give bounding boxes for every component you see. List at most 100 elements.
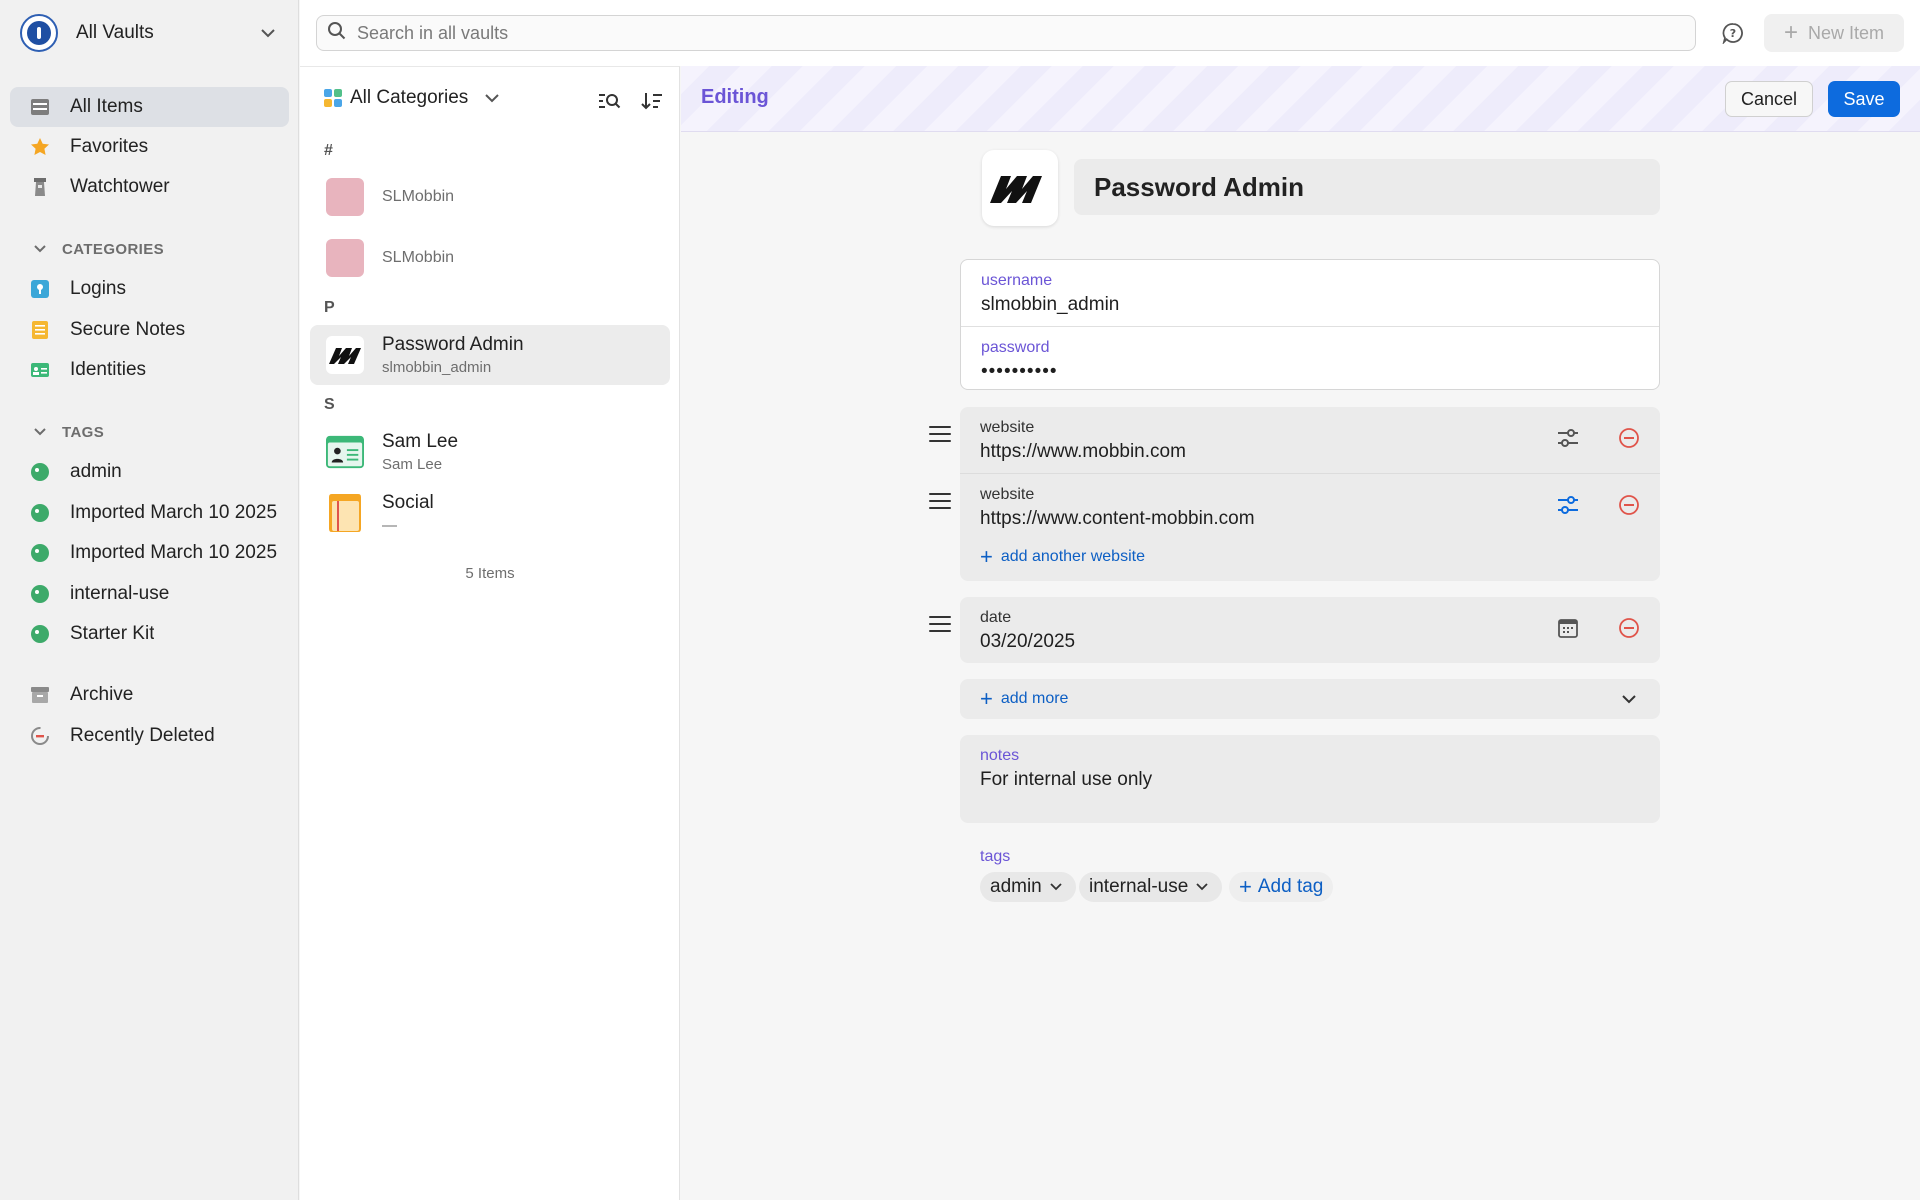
plus-icon: + xyxy=(980,544,993,569)
date-label: date xyxy=(980,609,1012,626)
watchtower-icon xyxy=(30,177,50,197)
sort-button[interactable] xyxy=(638,87,666,115)
list-item[interactable]: SLMobbin xyxy=(310,167,670,227)
list-item[interactable]: Social — xyxy=(310,483,670,543)
remove-field-icon[interactable] xyxy=(1616,492,1642,518)
remove-field-icon[interactable] xyxy=(1616,425,1642,451)
websites-section: website https://www.mobbin.com website h… xyxy=(960,407,1660,581)
username-label: username xyxy=(981,272,1053,289)
cancel-button[interactable]: Cancel xyxy=(1725,81,1813,117)
list-item[interactable]: Sam Lee Sam Lee xyxy=(310,422,670,482)
tag-chip-admin[interactable]: admin xyxy=(980,872,1076,902)
list-item-selected[interactable]: Password Admin slmobbin_admin xyxy=(310,325,670,385)
notes-label: notes xyxy=(980,747,1020,764)
advanced-search-button[interactable] xyxy=(596,87,624,115)
search-bar[interactable] xyxy=(316,15,1696,51)
website-field[interactable]: website https://www.mobbin.com xyxy=(960,407,1660,473)
tag-icon xyxy=(31,625,49,643)
sidebar-item-all-items[interactable]: All Items xyxy=(10,87,289,127)
item-editor: Editing Cancel Save Password Admin usern… xyxy=(681,66,1920,1200)
sidebar-tag-internal-use[interactable]: internal-use xyxy=(10,574,289,614)
remove-field-icon[interactable] xyxy=(1616,615,1642,641)
save-button[interactable]: Save xyxy=(1828,81,1900,117)
sidebar-tag-starter-kit[interactable]: Starter Kit xyxy=(10,614,289,654)
sidebar-item-label: Recently Deleted xyxy=(70,725,215,746)
sidebar-item-label: Logins xyxy=(70,278,126,299)
notes-field[interactable]: notes For internal use only xyxy=(960,735,1660,791)
drag-handle-icon[interactable] xyxy=(929,424,951,444)
note-icon xyxy=(30,320,50,340)
sidebar-item-label: Secure Notes xyxy=(70,319,186,340)
sidebar-item-logins[interactable]: Logins xyxy=(10,269,289,309)
website-label: website xyxy=(980,419,1035,436)
date-value: 03/20/2025 xyxy=(980,631,1076,652)
add-more-row[interactable]: + add more xyxy=(960,679,1660,719)
sidebar-tag-admin[interactable]: admin xyxy=(10,452,289,492)
sidebar-item-recently-deleted[interactable]: Recently Deleted xyxy=(10,716,289,756)
sidebar-item-archive[interactable]: Archive xyxy=(10,675,289,715)
tag-chip-internal-use[interactable]: internal-use xyxy=(1079,872,1223,902)
tag-chip-label: admin xyxy=(990,876,1042,897)
id-card-icon xyxy=(326,433,364,471)
add-another-website-button[interactable]: + add another website xyxy=(960,540,1660,568)
sidebar-item-favorites[interactable]: Favorites xyxy=(10,127,289,167)
help-button[interactable]: ? xyxy=(1718,18,1748,48)
calendar-icon[interactable] xyxy=(1555,615,1581,641)
filter-search-icon xyxy=(599,94,621,109)
mobbin-logo-icon xyxy=(990,176,1042,203)
notes-section[interactable]: notes For internal use only xyxy=(960,735,1660,823)
username-value: slmobbin_admin xyxy=(981,294,1120,315)
date-section: date 03/20/2025 xyxy=(960,597,1660,663)
password-field[interactable]: password •••••••••• xyxy=(961,327,1659,391)
vault-switcher[interactable]: All Vaults xyxy=(20,12,278,54)
sidebar-item-label: Identities xyxy=(70,359,147,380)
id-card-icon xyxy=(30,360,50,380)
sidebar-item-label: All Items xyxy=(70,96,143,117)
key-icon xyxy=(30,279,50,299)
item-title-input[interactable]: Password Admin xyxy=(1074,159,1660,215)
sidebar-tag-imported-1[interactable]: Imported March 10 2025 xyxy=(10,493,289,533)
new-item-label: New Item xyxy=(1807,22,1885,43)
item-subtitle: — xyxy=(382,517,397,534)
item-subtitle: slmobbin_admin xyxy=(382,359,492,376)
sidebar-item-label: Archive xyxy=(70,684,134,705)
sidebar-item-label: Favorites xyxy=(70,136,149,157)
website-settings-icon[interactable] xyxy=(1555,492,1581,518)
item-icon-button[interactable] xyxy=(982,150,1058,226)
plus-icon: + xyxy=(1239,874,1252,899)
add-tag-label: Add tag xyxy=(1257,876,1324,897)
tags-section-header[interactable]: TAGS xyxy=(30,422,104,442)
add-more-button[interactable]: + add more xyxy=(960,679,1660,710)
tag-icon xyxy=(31,504,49,522)
item-list-panel: All Categories # SLMobbin SLMobbin P Pas… xyxy=(300,66,680,1200)
drag-handle-icon[interactable] xyxy=(929,614,951,634)
date-field[interactable]: date 03/20/2025 xyxy=(960,597,1660,663)
list-item[interactable]: SLMobbin xyxy=(310,228,670,288)
website-field[interactable]: website https://www.content-mobbin.com xyxy=(960,474,1660,540)
categories-section-header[interactable]: CATEGORIES xyxy=(30,239,164,259)
add-tag-button[interactable]: + Add tag xyxy=(1229,872,1334,902)
username-field[interactable]: username slmobbin_admin xyxy=(961,260,1659,326)
drag-handle-icon[interactable] xyxy=(929,491,951,511)
sidebar-item-secure-notes[interactable]: Secure Notes xyxy=(10,310,289,350)
chevron-down-icon[interactable] xyxy=(1616,686,1642,712)
website-settings-icon[interactable] xyxy=(1555,425,1581,451)
chevron-down-icon xyxy=(30,239,50,259)
secure-note-icon xyxy=(326,494,364,532)
sidebar-item-label: Starter Kit xyxy=(70,623,155,644)
mobbin-logo-icon xyxy=(326,336,364,374)
search-input[interactable] xyxy=(357,22,1657,44)
plus-icon: + xyxy=(1783,19,1798,46)
website-label: website xyxy=(980,486,1035,503)
sidebar-tag-imported-2[interactable]: Imported March 10 2025 xyxy=(10,533,289,573)
star-icon xyxy=(30,137,50,157)
tag-icon xyxy=(31,544,49,562)
sidebar-item-identities[interactable]: Identities xyxy=(10,350,289,390)
credentials-section: username slmobbin_admin password •••••••… xyxy=(960,259,1660,390)
item-title: Password Admin xyxy=(382,334,524,355)
chevron-down-icon xyxy=(482,88,502,108)
item-placeholder-icon xyxy=(326,178,364,216)
sidebar-item-watchtower[interactable]: Watchtower xyxy=(10,167,289,207)
category-filter-dropdown[interactable]: All Categories xyxy=(324,87,502,109)
new-item-button[interactable]: + New Item xyxy=(1764,14,1904,52)
